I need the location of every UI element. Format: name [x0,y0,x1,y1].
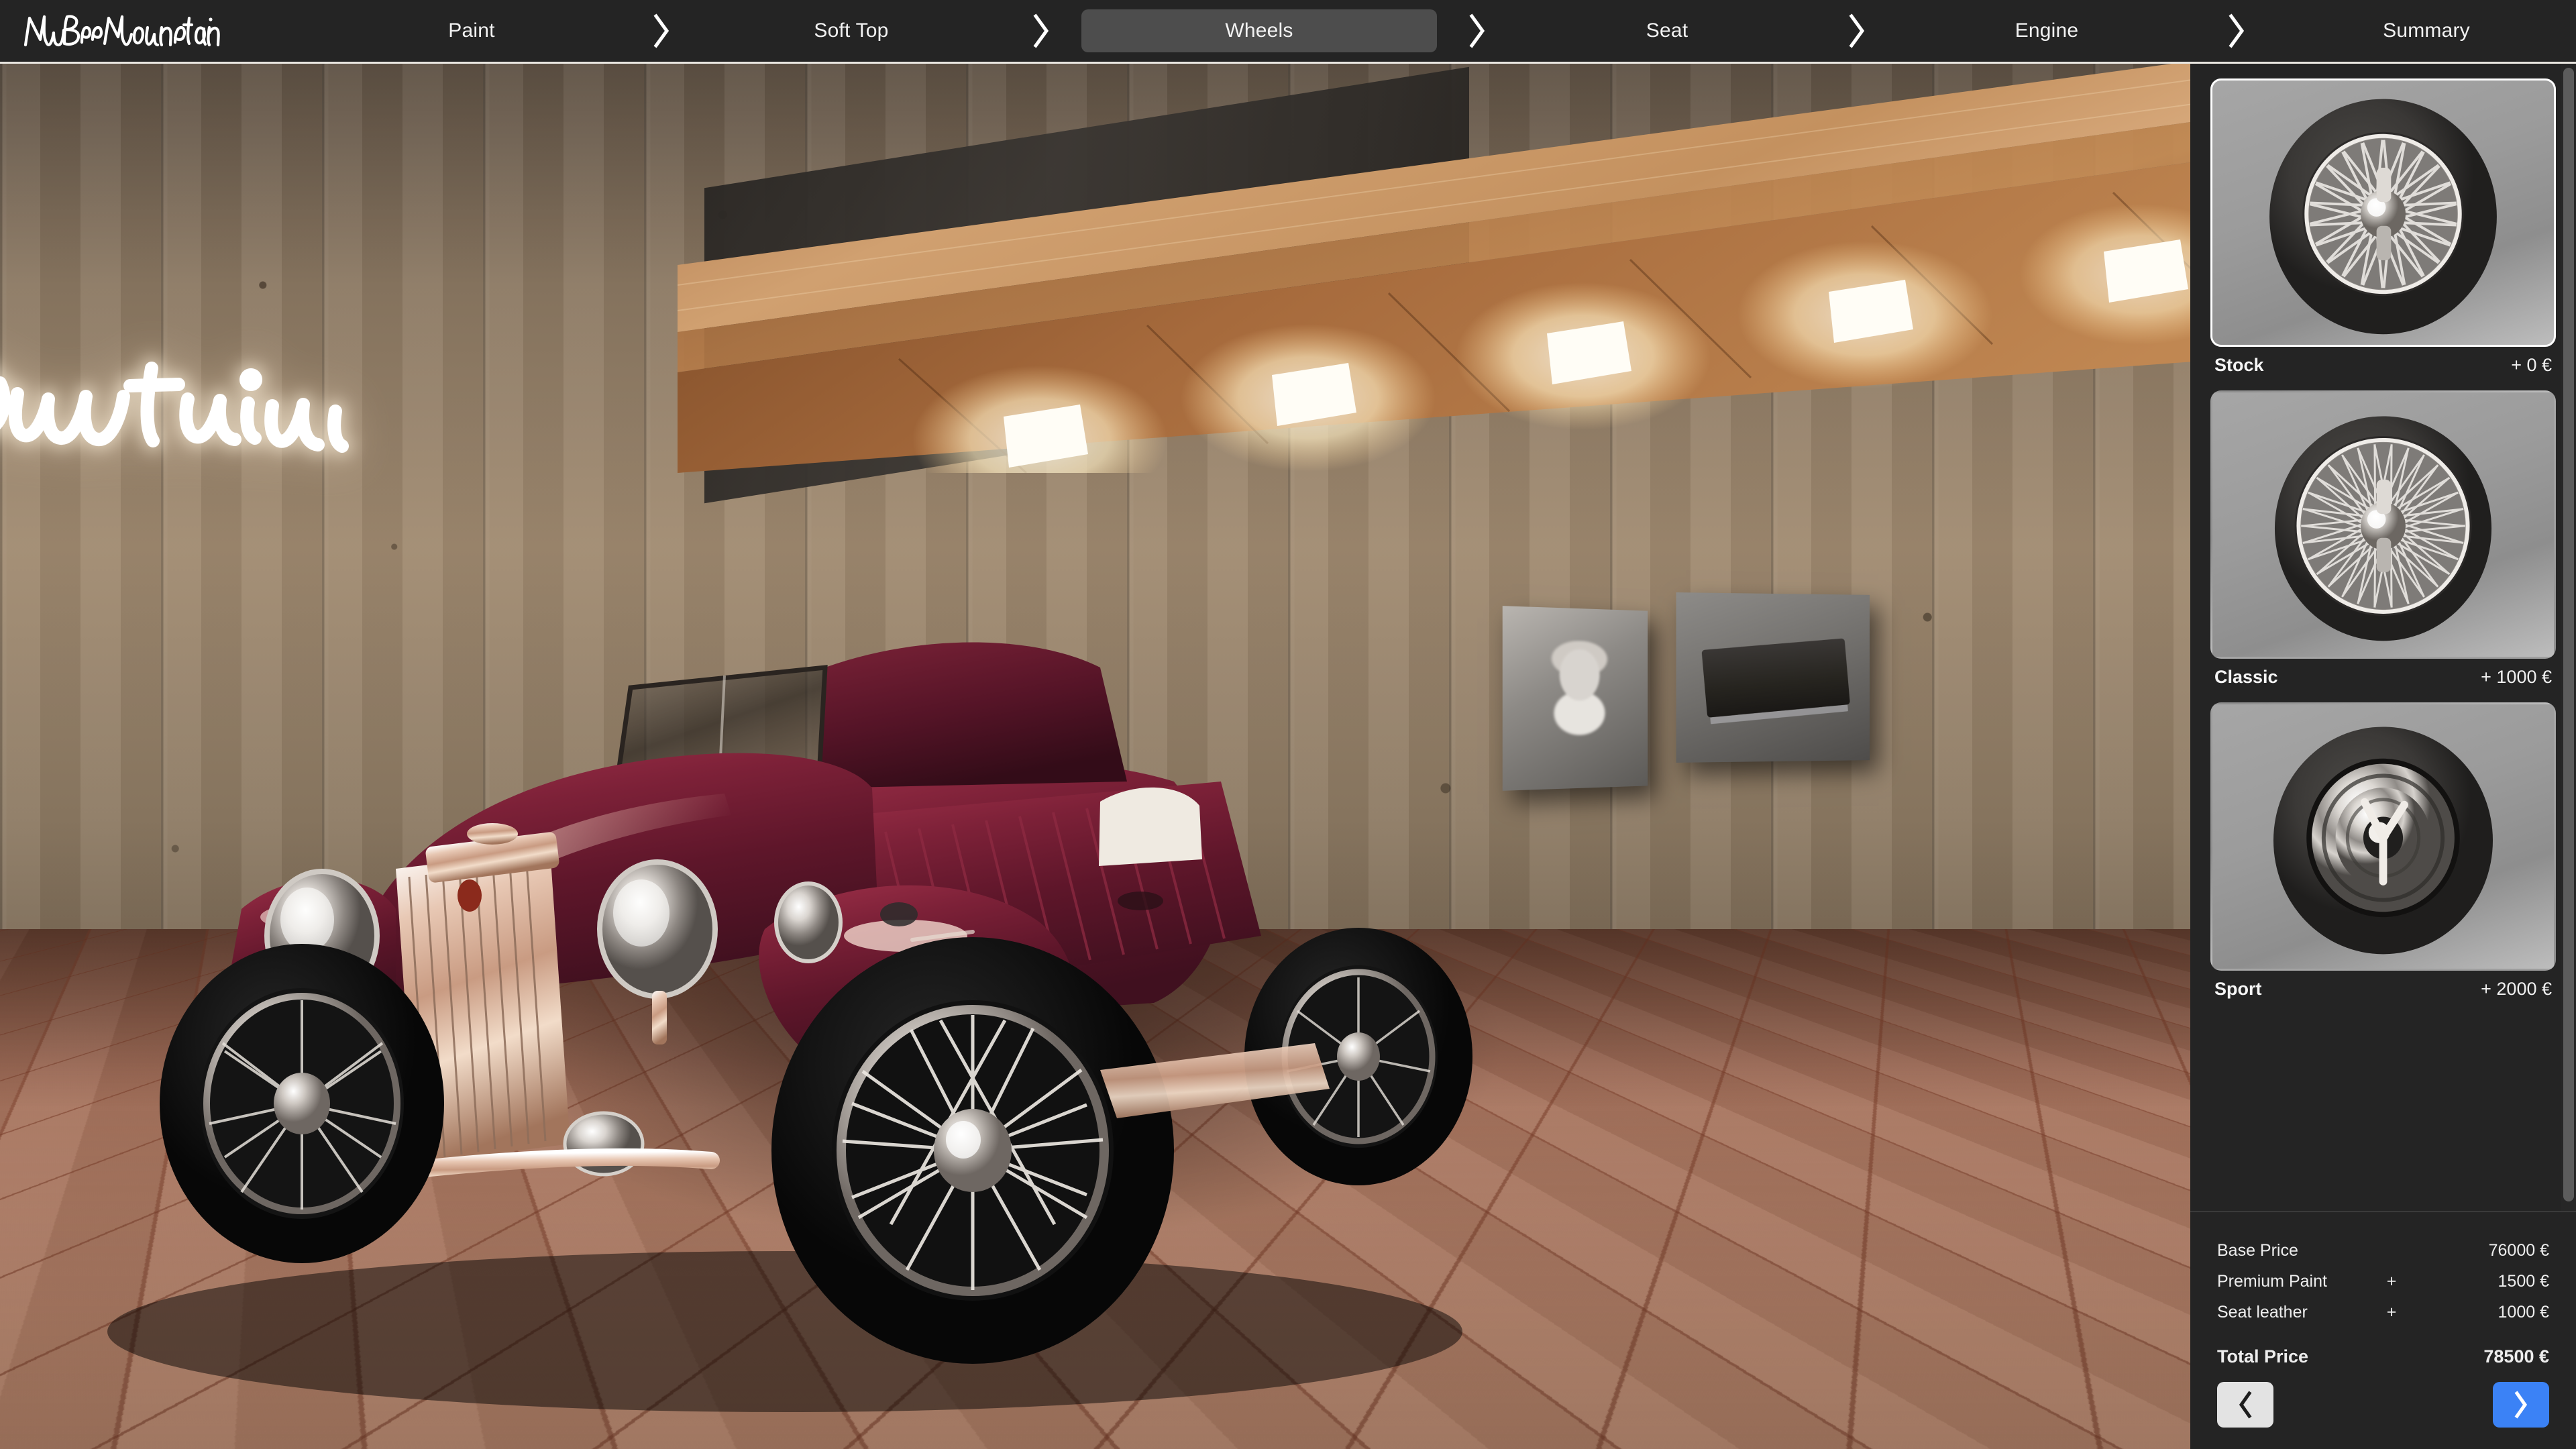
price-label: Seat leather [2217,1297,2361,1328]
chevron-right-icon [1030,13,1053,49]
step-separator [2196,0,2277,62]
step-tab-summary[interactable]: Summary [2353,9,2500,52]
car-configurator-app: Paint Soft Top Wheels Seat Engine Summary [0,0,2576,1449]
wheel-option-meta: Sport + 2000 € [2210,971,2556,1000]
wire-wheel-thin-icon[interactable] [2210,390,2556,659]
top-navigation-bar: Paint Soft Top Wheels Seat Engine Summary [0,0,2576,64]
step-slot: Wheels [1081,0,1437,62]
brand-logo[interactable] [20,7,288,54]
chevron-right-icon [2225,13,2248,49]
price-label: Premium Paint [2217,1266,2361,1297]
chevron-right-icon [1466,13,1489,49]
price-label: Base Price [2217,1235,2361,1266]
disc-hubcap-icon[interactable] [2210,702,2556,971]
chevron-right-icon [1845,13,1868,49]
garage-ceiling-beam [678,64,2190,473]
wheel-front-far [160,944,444,1263]
price-value: 76000 € [2422,1235,2549,1266]
wheel-front-near [771,937,1174,1364]
car-3d-model[interactable] [80,466,1657,1405]
step-tab-paint[interactable]: Paint [398,9,545,52]
sidebar-scrollbar-track[interactable] [2561,64,2576,1211]
total-price-label: Total Price [2217,1341,2361,1372]
car-preview-viewport[interactable] [0,64,2190,1449]
headlamp-right [600,862,715,1044]
wheel-option-stock[interactable]: Stock + 0 € [2210,78,2556,376]
wheel-option-list[interactable]: Stock + 0 € Classic + 1000 € Sport + 2000 € [2190,64,2576,1211]
wire-wheel-thick-icon[interactable] [2210,78,2556,347]
step-tab-wheels[interactable]: Wheels [1081,9,1437,52]
price-plus-sign: + [2361,1266,2422,1297]
chevron-right-icon [2512,1391,2530,1419]
price-row-base: Base Price 76000 € [2217,1235,2549,1266]
wheel-option-name: Classic [2214,667,2278,688]
configurator-step-list: Paint Soft Top Wheels Seat Engine Summary [322,0,2576,62]
chevron-right-icon [650,13,673,49]
brand-logo-script-icon [20,7,288,54]
wheel-option-meta: Classic + 1000 € [2210,659,2556,688]
wheel-option-price: + 0 € [2511,355,2552,376]
wheel-option-meta: Stock + 0 € [2210,347,2556,376]
wheel-option-price: + 2000 € [2481,979,2552,1000]
price-row-seat-leather: Seat leather + 1000 € [2217,1297,2549,1328]
step-tab-seat[interactable]: Seat [1593,9,1741,52]
price-plus-sign: + [2361,1297,2422,1328]
price-row-total: Total Price 78500 € [2217,1341,2549,1372]
wheel-option-name: Sport [2214,979,2262,1000]
chevron-left-icon [2237,1391,2254,1419]
step-slot: Summary [2277,0,2576,62]
step-separator [621,0,702,62]
step-navigation-buttons [2217,1382,2549,1428]
total-price-value: 78500 € [2422,1341,2549,1372]
step-separator [1817,0,1897,62]
step-slot: Seat [1517,0,1817,62]
step-tab-soft-top[interactable]: Soft Top [777,9,925,52]
step-slot: Soft Top [702,0,1001,62]
wheel-option-name: Stock [2214,355,2264,376]
sidebar-scrollbar-thumb[interactable] [2563,68,2574,1201]
step-tab-engine[interactable]: Engine [1973,9,2121,52]
next-step-button[interactable] [2493,1382,2549,1428]
wall-art-engine [1676,592,1870,763]
step-separator [1437,0,1517,62]
step-slot: Engine [1897,0,2196,62]
step-separator [1001,0,1081,62]
options-sidebar: Stock + 0 € Classic + 1000 € Sport + 2000 € B… [2190,64,2576,1449]
price-value: 1000 € [2422,1297,2549,1328]
wheel-option-classic[interactable]: Classic + 1000 € [2210,390,2556,688]
engine-block-icon [1701,638,1849,717]
price-row-premium-paint: Premium Paint + 1500 € [2217,1266,2549,1297]
wheel-option-price: + 1000 € [2481,667,2552,688]
wheel-option-sport[interactable]: Sport + 2000 € [2210,702,2556,1000]
previous-step-button[interactable] [2217,1382,2273,1428]
step-slot: Paint [322,0,621,62]
price-summary-panel: Base Price 76000 € Premium Paint + 1500 … [2190,1211,2576,1449]
price-value: 1500 € [2422,1266,2549,1297]
